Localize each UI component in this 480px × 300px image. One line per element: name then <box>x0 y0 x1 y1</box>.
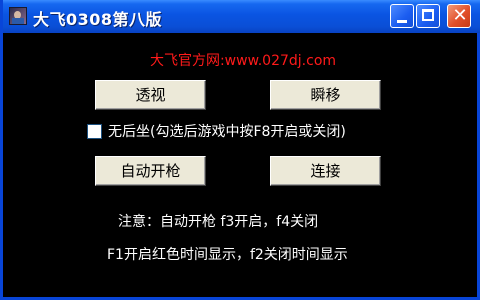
website-banner: 大飞官方网:www.027dj.com <box>149 53 337 69</box>
connect-button[interactable]: 连接 <box>270 156 381 186</box>
close-icon: ✕ <box>452 5 468 26</box>
window-title: 大飞0308第八版 <box>33 10 163 29</box>
app-window: 大飞0308第八版 ✕ 大飞官方网:www.027dj.com 透视 瞬移 无后… <box>0 0 480 300</box>
maximize-button[interactable] <box>416 4 440 28</box>
app-icon[interactable] <box>9 7 27 25</box>
title-bar[interactable]: 大飞0308第八版 ✕ <box>3 0 480 33</box>
hotkey-note-autofire: 注意：自动开枪 f3开启，f4关闭 <box>118 214 319 230</box>
no-recoil-checkbox[interactable] <box>87 124 102 139</box>
teleport-button[interactable]: 瞬移 <box>270 80 381 110</box>
close-button[interactable]: ✕ <box>447 4 471 28</box>
minimize-icon <box>397 20 407 23</box>
auto-fire-button[interactable]: 自动开枪 <box>95 156 206 186</box>
minimize-button[interactable] <box>390 4 414 28</box>
hotkey-note-timer: F1开启红色时间显示，f2关闭时间显示 <box>107 247 348 263</box>
no-recoil-label[interactable]: 无后坐(勾选后游戏中按F8开启或关闭) <box>108 121 346 141</box>
maximize-icon <box>422 9 434 21</box>
transparent-button[interactable]: 透视 <box>95 80 206 110</box>
